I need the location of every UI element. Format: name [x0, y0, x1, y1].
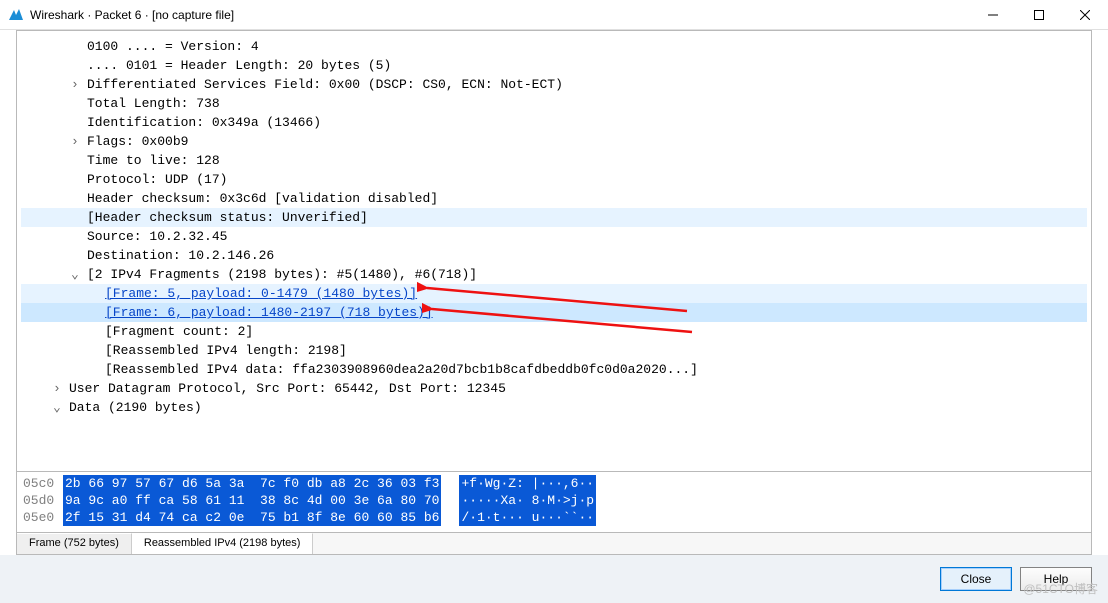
- hex-ascii: /·1·t··· u···``··: [459, 509, 596, 526]
- hex-offset: 05c0: [23, 475, 63, 492]
- frame-link[interactable]: [Frame: 6, payload: 1480-2197 (718 bytes…: [105, 305, 433, 320]
- hex-pane[interactable]: 05c02b 66 97 57 67 d6 5a 3a 7c f0 db a8 …: [17, 472, 1091, 532]
- tree-row[interactable]: Header checksum: 0x3c6d [validation disa…: [21, 189, 1087, 208]
- tree-row-collapsed[interactable]: [2 IPv4 Fragments (2198 bytes): #5(1480)…: [21, 265, 1087, 284]
- tree-row[interactable]: [Header checksum status: Unverified]: [21, 208, 1087, 227]
- tree-row-expandable[interactable]: Flags: 0x00b9: [21, 132, 1087, 151]
- window-controls: [970, 0, 1108, 29]
- tree-row[interactable]: Time to live: 128: [21, 151, 1087, 170]
- window-title: Wireshark · Packet 6 · [no capture file]: [30, 8, 970, 22]
- close-window-button[interactable]: [1062, 0, 1108, 29]
- packet-tree[interactable]: 0100 .... = Version: 4 .... 0101 = Heade…: [17, 31, 1091, 471]
- tree-row[interactable]: Total Length: 738: [21, 94, 1087, 113]
- hex-row[interactable]: 05c02b 66 97 57 67 d6 5a 3a 7c f0 db a8 …: [23, 475, 1085, 492]
- tree-row[interactable]: 0100 .... = Version: 4: [21, 37, 1087, 56]
- titlebar: Wireshark · Packet 6 · [no capture file]: [0, 0, 1108, 30]
- tree-row-expandable[interactable]: User Datagram Protocol, Src Port: 65442,…: [21, 379, 1087, 398]
- hex-offset: 05d0: [23, 492, 63, 509]
- hex-offset: 05e0: [23, 509, 63, 526]
- tree-row[interactable]: Identification: 0x349a (13466): [21, 113, 1087, 132]
- minimize-button[interactable]: [970, 0, 1016, 29]
- hex-bytes: 2f 15 31 d4 74 ca c2 0e 75 b1 8f 8e 60 6…: [63, 509, 441, 526]
- hex-bytes: 2b 66 97 57 67 d6 5a 3a 7c f0 db a8 2c 3…: [63, 475, 441, 492]
- dialog-footer: Close Help: [0, 555, 1108, 603]
- hex-pane-wrap: 05c02b 66 97 57 67 d6 5a 3a 7c f0 db a8 …: [17, 471, 1091, 554]
- hex-row[interactable]: 05d09a 9c a0 ff ca 58 61 11 38 8c 4d 00 …: [23, 492, 1085, 509]
- hex-bytes: 9a 9c a0 ff ca 58 61 11 38 8c 4d 00 3e 6…: [63, 492, 441, 509]
- tree-row-fragment-link[interactable]: [Frame: 5, payload: 0-1479 (1480 bytes)]: [21, 284, 1087, 303]
- tree-row[interactable]: Destination: 10.2.146.26: [21, 246, 1087, 265]
- tree-row-fragment-link-selected[interactable]: [Frame: 6, payload: 1480-2197 (718 bytes…: [21, 303, 1087, 322]
- maximize-button[interactable]: [1016, 0, 1062, 29]
- tab-reassembled[interactable]: Reassembled IPv4 (2198 bytes): [132, 533, 314, 554]
- tree-row[interactable]: .... 0101 = Header Length: 20 bytes (5): [21, 56, 1087, 75]
- tree-row-expandable[interactable]: Differentiated Services Field: 0x00 (DSC…: [21, 75, 1087, 94]
- frame-link[interactable]: [Frame: 5, payload: 0-1479 (1480 bytes)]: [105, 286, 417, 301]
- tree-row[interactable]: [Reassembled IPv4 data: ffa2303908960dea…: [21, 360, 1087, 379]
- tab-frame[interactable]: Frame (752 bytes): [17, 533, 132, 554]
- tree-row[interactable]: [Reassembled IPv4 length: 2198]: [21, 341, 1087, 360]
- hex-ascii: ·····Xa· 8·M·>j·p: [459, 492, 596, 509]
- close-button[interactable]: Close: [940, 567, 1012, 591]
- tree-row-collapsed[interactable]: Data (2190 bytes): [21, 398, 1087, 417]
- watermark: @51CTO博客: [1023, 580, 1098, 597]
- tree-row[interactable]: Protocol: UDP (17): [21, 170, 1087, 189]
- content-pane: 0100 .... = Version: 4 .... 0101 = Heade…: [16, 30, 1092, 555]
- hex-tabs: Frame (752 bytes) Reassembled IPv4 (2198…: [17, 532, 1091, 554]
- hex-ascii: +f·Wg·Z: |···,6··: [459, 475, 596, 492]
- wireshark-logo-icon: [8, 7, 24, 23]
- hex-row[interactable]: 05e02f 15 31 d4 74 ca c2 0e 75 b1 8f 8e …: [23, 509, 1085, 526]
- tree-row[interactable]: [Fragment count: 2]: [21, 322, 1087, 341]
- tree-row[interactable]: Source: 10.2.32.45: [21, 227, 1087, 246]
